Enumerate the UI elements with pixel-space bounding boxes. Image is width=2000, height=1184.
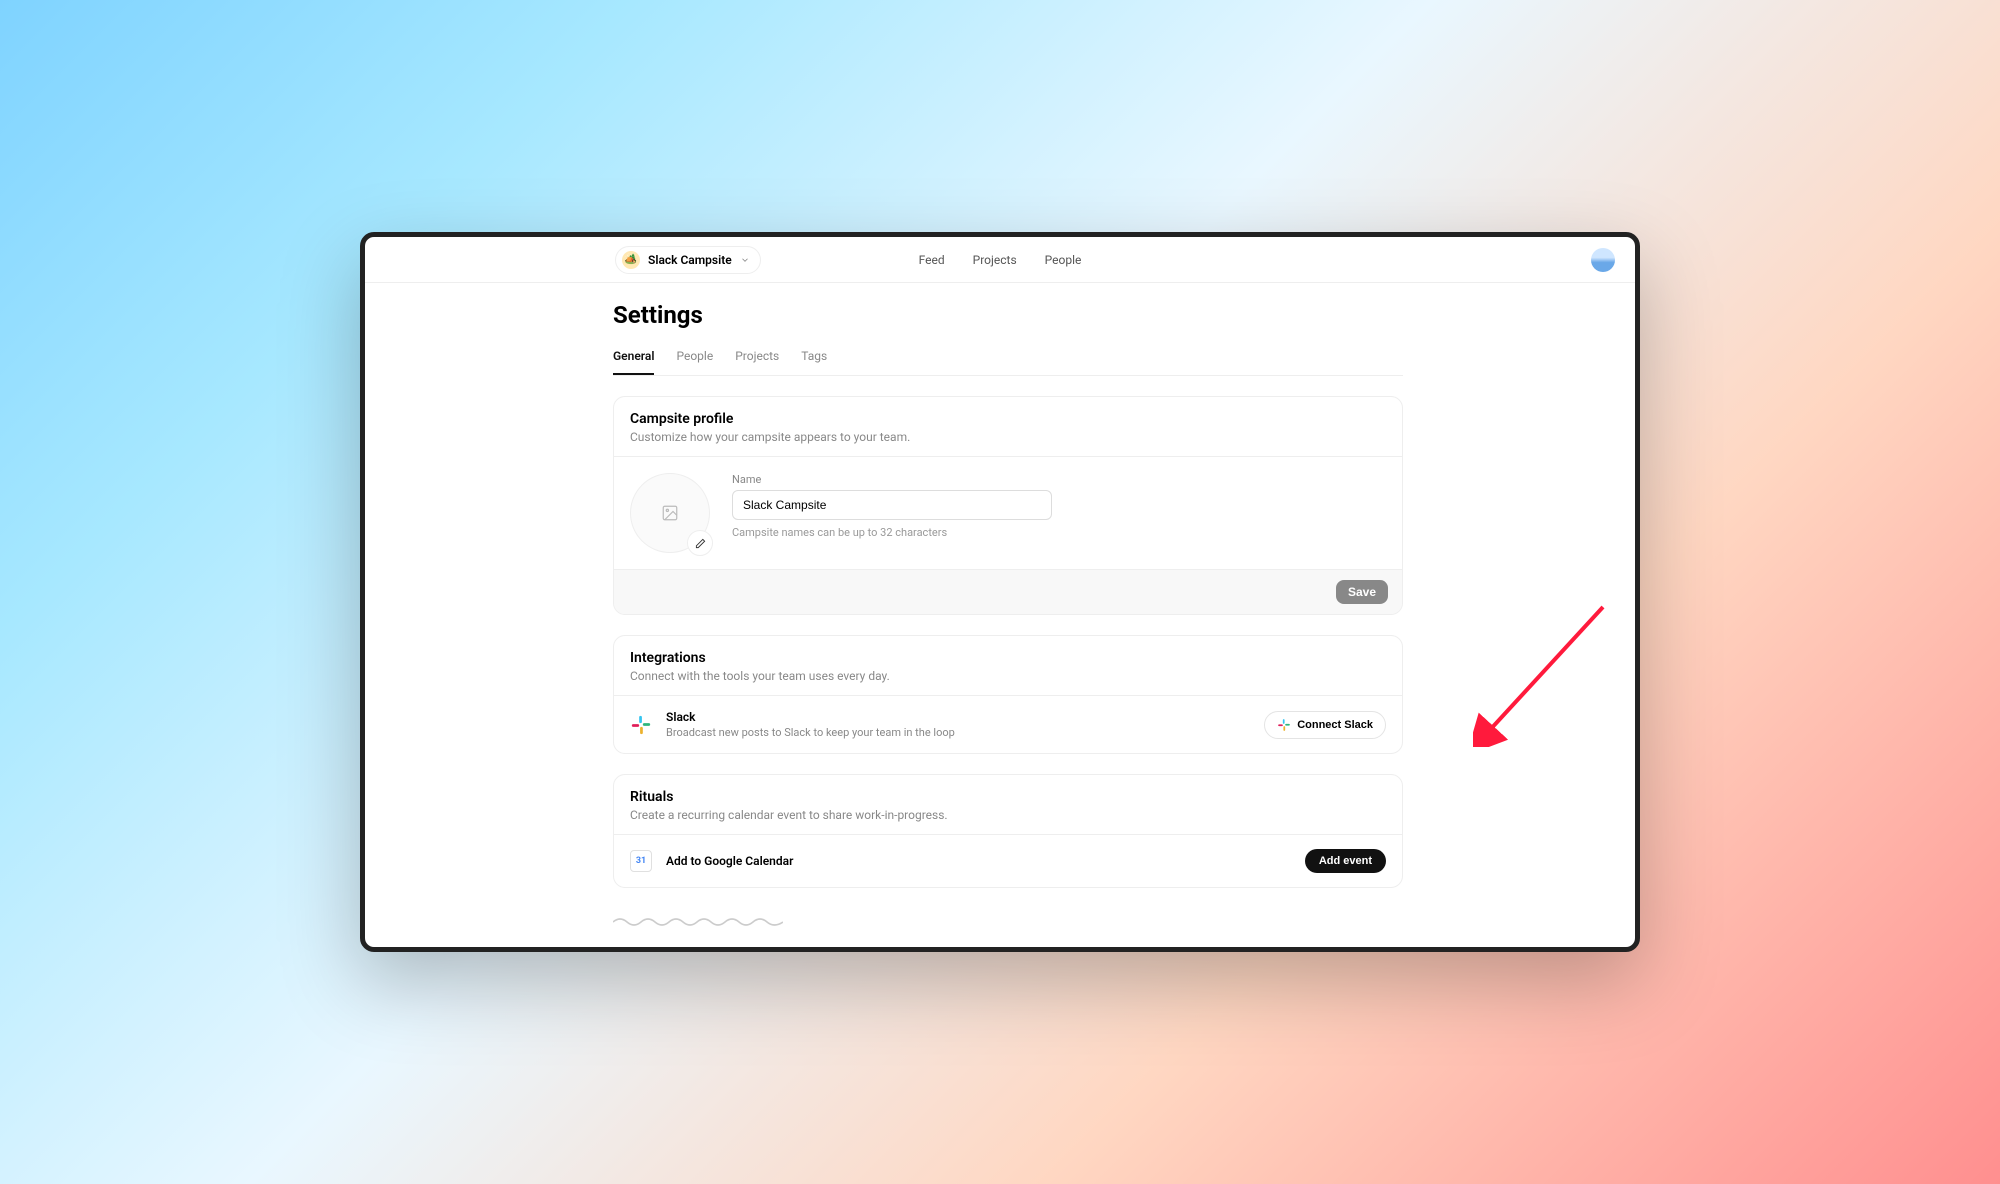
nav-people[interactable]: People [1045, 253, 1082, 267]
integrations-desc: Connect with the tools your team uses ev… [630, 669, 1386, 683]
nav-projects[interactable]: Projects [973, 253, 1017, 267]
org-name: Slack Campsite [648, 253, 732, 267]
tab-general[interactable]: General [613, 343, 654, 375]
gcal-label: Add to Google Calendar [666, 854, 793, 868]
user-avatar[interactable] [1591, 248, 1615, 272]
slack-title: Slack [666, 710, 955, 724]
name-hint: Campsite names can be up to 32 character… [732, 526, 1386, 539]
connect-slack-button[interactable]: Connect Slack [1264, 711, 1386, 739]
avatar-upload[interactable] [630, 473, 710, 553]
top-nav: Feed Projects People [919, 253, 1082, 267]
rituals-card: Rituals Create a recurring calendar even… [613, 774, 1403, 888]
slack-icon [630, 714, 652, 736]
profile-card: Campsite profile Customize how your camp… [613, 396, 1403, 615]
tab-tags[interactable]: Tags [801, 343, 827, 375]
settings-tabs: General People Projects Tags [613, 343, 1403, 376]
name-label: Name [732, 473, 1386, 486]
google-calendar-icon [630, 850, 652, 872]
tab-projects[interactable]: Projects [735, 343, 779, 375]
integrations-title: Integrations [630, 650, 1386, 666]
pencil-icon [695, 538, 706, 549]
page-title: Settings [613, 301, 1403, 329]
squiggle-divider [613, 916, 783, 928]
content: Settings General People Projects Tags Ca… [365, 283, 1635, 947]
rituals-desc: Create a recurring calendar event to sha… [630, 808, 1386, 822]
org-switcher[interactable]: 🏕️ Slack Campsite [615, 246, 761, 274]
connect-slack-label: Connect Slack [1297, 719, 1373, 731]
name-input[interactable] [732, 490, 1052, 520]
add-event-button[interactable]: Add event [1305, 849, 1386, 873]
rituals-title: Rituals [630, 789, 1386, 805]
app-window: 🏕️ Slack Campsite Feed Projects People S… [360, 232, 1640, 952]
image-icon [661, 504, 679, 522]
top-bar: 🏕️ Slack Campsite Feed Projects People [365, 237, 1635, 283]
integrations-card: Integrations Connect with the tools your… [613, 635, 1403, 754]
tab-people[interactable]: People [676, 343, 713, 375]
slack-icon [1277, 718, 1291, 732]
profile-section-title: Campsite profile [630, 411, 1386, 427]
campfire-icon: 🏕️ [622, 251, 640, 269]
chevron-down-icon [740, 255, 750, 265]
nav-feed[interactable]: Feed [919, 253, 945, 267]
slack-desc: Broadcast new posts to Slack to keep you… [666, 726, 955, 739]
profile-section-desc: Customize how your campsite appears to y… [630, 430, 1386, 444]
save-button[interactable]: Save [1336, 580, 1388, 604]
edit-avatar-button[interactable] [687, 530, 713, 556]
